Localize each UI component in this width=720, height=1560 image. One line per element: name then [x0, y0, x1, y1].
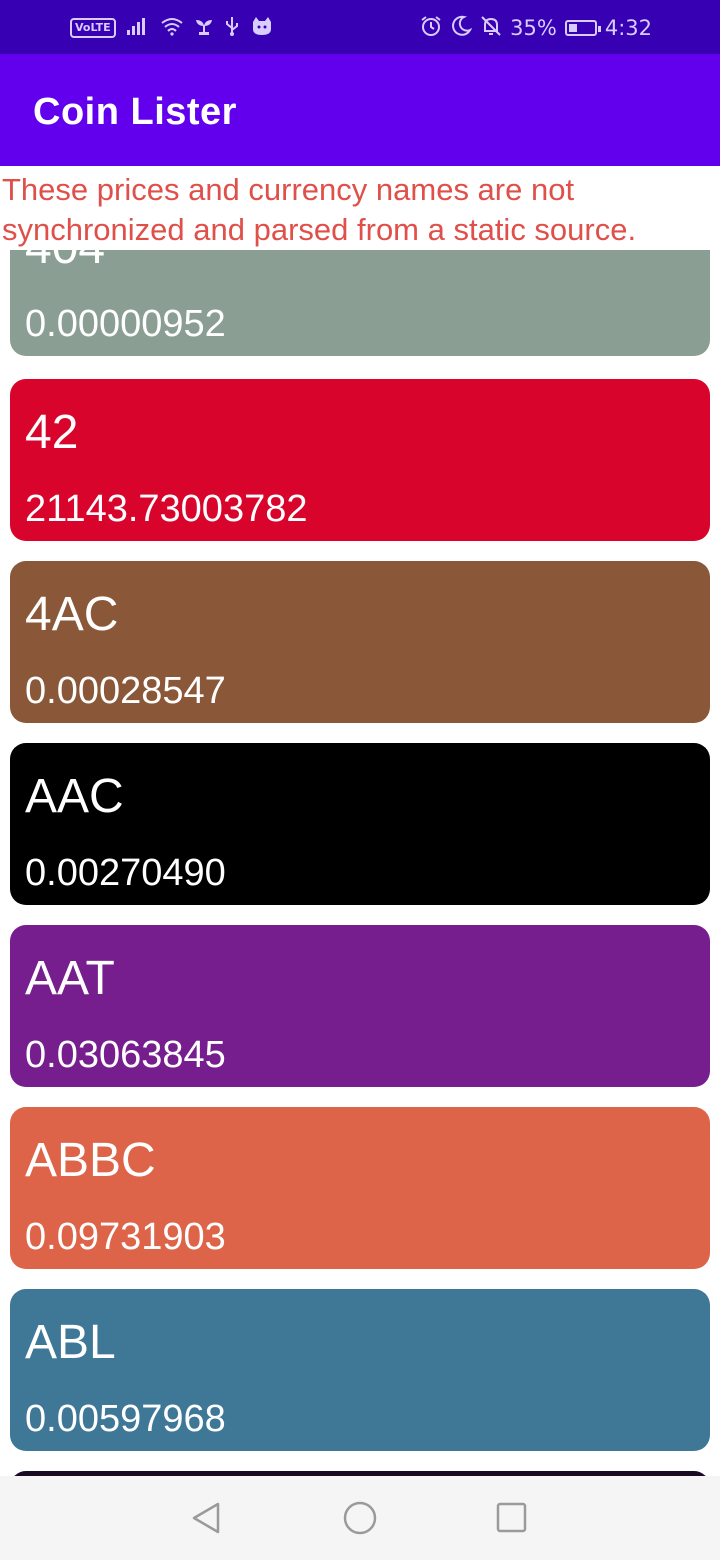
- coin-list[interactable]: 404 0.00000952 42 21143.73003782 4AC 0.0…: [0, 250, 720, 1476]
- coin-price: 0.09731903: [25, 1216, 226, 1258]
- status-left: VoLTE: [70, 14, 274, 42]
- static-source-notice: These prices and currency names are not …: [2, 172, 637, 247]
- navigation-bar: [0, 1476, 720, 1560]
- battery-percent: 35%: [510, 16, 557, 40]
- clock: 4:32: [604, 16, 652, 40]
- coin-card[interactable]: AAC 0.00270490: [10, 743, 710, 905]
- coin-price: 0.00597968: [25, 1398, 226, 1440]
- bell-off-icon: [480, 15, 502, 42]
- coin-card[interactable]: AAT 0.03063845: [10, 925, 710, 1087]
- coin-price: 0.00000952: [25, 303, 226, 345]
- coin-price: 0.00270490: [25, 852, 226, 894]
- plant-icon: [194, 16, 214, 41]
- usb-icon: [224, 16, 240, 41]
- home-icon[interactable]: [340, 1498, 380, 1538]
- alarm-icon: [420, 15, 442, 42]
- battery-icon: [564, 20, 601, 36]
- moon-icon: [450, 15, 473, 42]
- recents-icon[interactable]: [492, 1498, 532, 1538]
- coin-symbol: 404: [25, 250, 105, 274]
- coin-price: 0.00028547: [25, 670, 226, 712]
- coin-symbol: 42: [25, 406, 79, 459]
- app-title: Coin Lister: [33, 91, 237, 133]
- coin-card[interactable]: 4AC 0.00028547: [10, 561, 710, 723]
- status-right: 35% 4:32: [420, 14, 652, 42]
- coin-card[interactable]: ABL 0.00597968: [10, 1289, 710, 1451]
- coin-price: 21143.73003782: [25, 488, 308, 530]
- coin-symbol: ABL: [25, 1316, 116, 1369]
- coin-card[interactable]: 42 21143.73003782: [10, 379, 710, 541]
- volte-badge: VoLTE: [70, 18, 116, 38]
- coin-symbol: 4AC: [25, 588, 119, 641]
- coin-symbol: AAC: [25, 770, 124, 823]
- status-bar: VoLTE 35% 4:32: [0, 0, 720, 54]
- app-bar: Coin Lister: [0, 54, 720, 166]
- back-icon[interactable]: [186, 1498, 226, 1538]
- signal-icon: [126, 16, 150, 41]
- wifi-icon: [160, 16, 184, 41]
- coin-symbol: AAT: [25, 952, 115, 1005]
- coin-card[interactable]: ABBC 0.09731903: [10, 1107, 710, 1269]
- cat-icon: [250, 16, 274, 41]
- coin-symbol: ABBC: [25, 1134, 156, 1187]
- coin-card[interactable]: 404 0.00000952: [10, 250, 710, 356]
- coin-price: 0.03063845: [25, 1034, 226, 1076]
